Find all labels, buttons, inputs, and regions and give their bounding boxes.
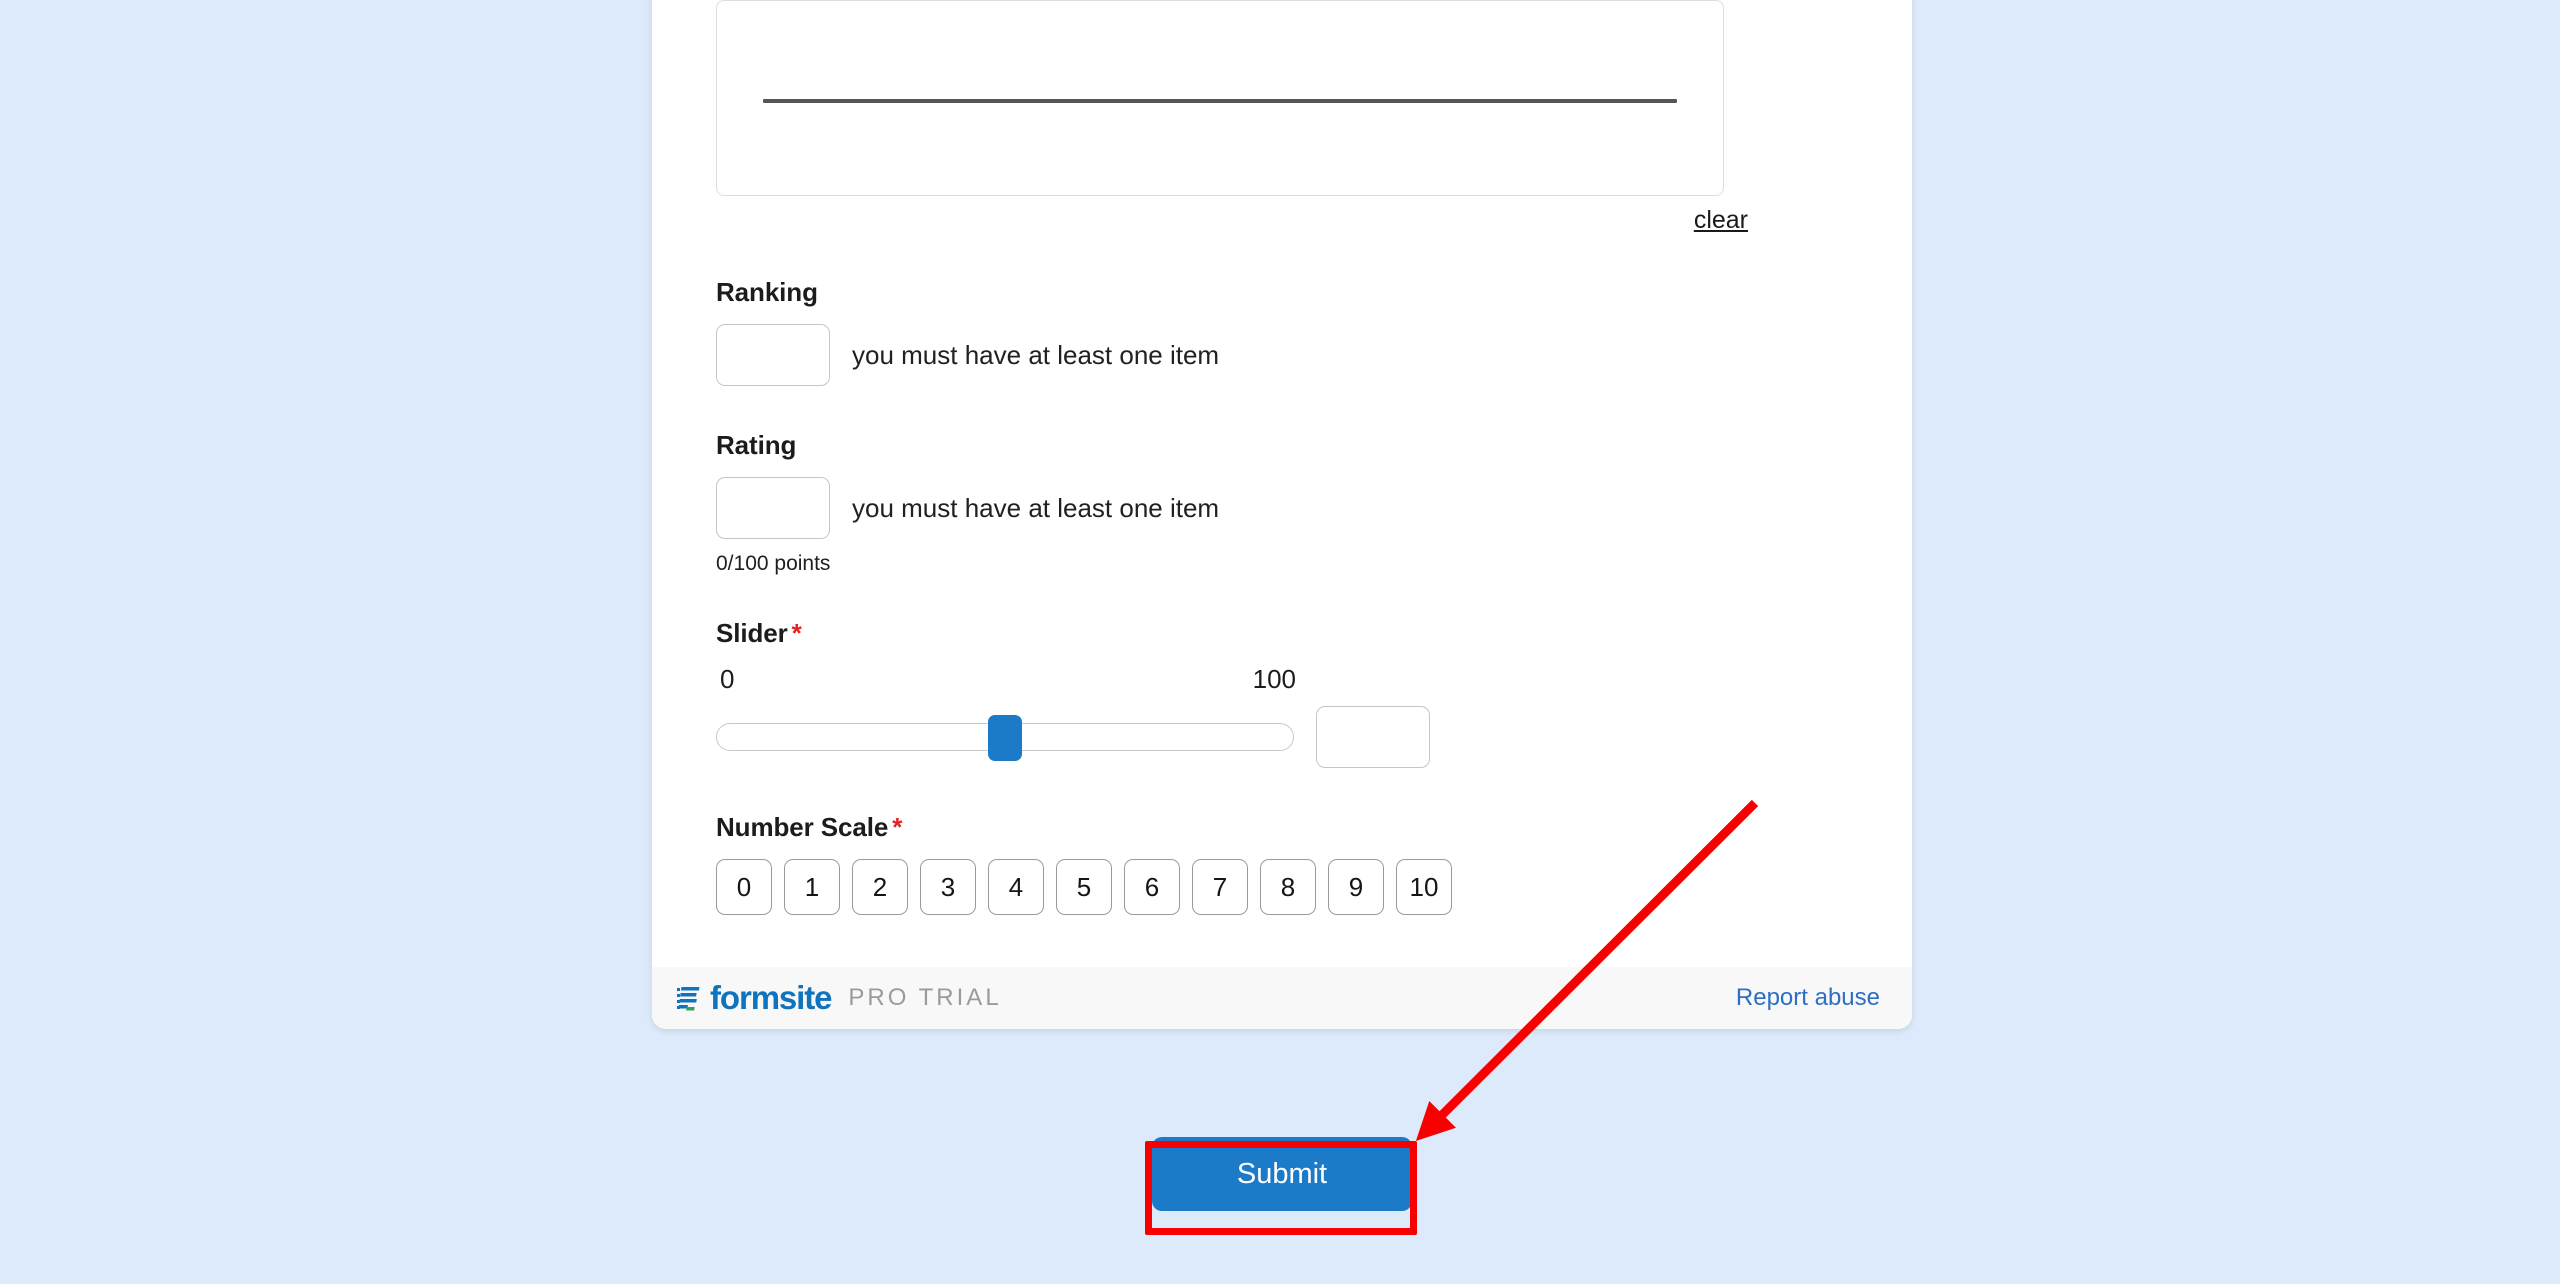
signature-field: clear: [692, 0, 1872, 233]
slider-min-label: 0: [720, 663, 735, 694]
ranking-input[interactable]: [716, 324, 830, 387]
form-footer: formsite PRO TRIAL Report abuse: [652, 966, 1912, 1029]
number-scale-option-5[interactable]: 5: [1056, 858, 1112, 915]
number-scale-option-2[interactable]: 2: [852, 858, 908, 915]
ranking-message: you must have at least one item: [852, 340, 1220, 371]
formsite-logo-icon: [677, 986, 700, 1011]
slider-value-input[interactable]: [1316, 705, 1430, 768]
slider-field: Slider * 0 100: [692, 618, 1872, 768]
number-scale-option-7[interactable]: 7: [1192, 858, 1248, 915]
slider-required-asterisk: *: [791, 618, 802, 649]
number-scale-label: Number Scale *: [716, 812, 1872, 843]
signature-baseline: [763, 99, 1677, 103]
form-body: clear Ranking you must have at least one…: [652, 0, 1912, 915]
signature-canvas[interactable]: [716, 0, 1724, 196]
form-card: clear Ranking you must have at least one…: [652, 0, 1912, 1029]
slider-thumb[interactable]: [988, 714, 1022, 761]
number-scale-option-10[interactable]: 10: [1396, 858, 1452, 915]
submit-area: Submit: [652, 1137, 1912, 1211]
number-scale-label-text: Number Scale: [716, 811, 889, 842]
number-scale-required-asterisk: *: [892, 811, 903, 842]
number-scale-field: Number Scale * 0 1 2 3 4 5 6 7 8 9 10: [692, 812, 1872, 915]
slider-label-text: Slider: [716, 618, 788, 649]
formsite-wordmark: formsite: [710, 979, 833, 1017]
rating-points-note: 0/100 points: [716, 552, 831, 576]
slider-track[interactable]: [716, 714, 1294, 761]
submit-button[interactable]: Submit: [1152, 1137, 1412, 1211]
slider-scale-labels: 0 100: [716, 666, 1296, 700]
rating-input[interactable]: [716, 477, 830, 540]
number-scale-options: 0 1 2 3 4 5 6 7 8 9 10: [716, 858, 1872, 915]
plan-badge: PRO TRIAL: [848, 983, 1002, 1011]
rating-message: you must have at least one item: [852, 493, 1220, 524]
slider-row: [716, 705, 1872, 768]
signature-clear-link[interactable]: clear: [1694, 208, 1748, 233]
signature-clear-row: clear: [716, 196, 1748, 233]
rating-row: you must have at least one item: [716, 477, 1872, 540]
number-scale-option-0[interactable]: 0: [716, 858, 772, 915]
number-scale-option-9[interactable]: 9: [1328, 858, 1384, 915]
number-scale-option-6[interactable]: 6: [1124, 858, 1180, 915]
number-scale-option-8[interactable]: 8: [1260, 858, 1316, 915]
ranking-field: Ranking you must have at least one item: [692, 277, 1872, 387]
number-scale-option-3[interactable]: 3: [920, 858, 976, 915]
number-scale-option-1[interactable]: 1: [784, 858, 840, 915]
slider-label: Slider *: [716, 618, 1872, 649]
number-scale-option-4[interactable]: 4: [988, 858, 1044, 915]
ranking-label: Ranking: [716, 277, 818, 307]
ranking-row: you must have at least one item: [716, 324, 1872, 387]
rating-label: Rating: [716, 430, 797, 461]
report-abuse-link[interactable]: Report abuse: [1736, 985, 1880, 1010]
rating-field: Rating you must have at least one item 0…: [692, 430, 1872, 574]
slider-max-label: 100: [1252, 663, 1296, 694]
formsite-logo: formsite: [674, 979, 833, 1017]
formsite-branding: formsite PRO TRIAL: [674, 981, 1002, 1014]
